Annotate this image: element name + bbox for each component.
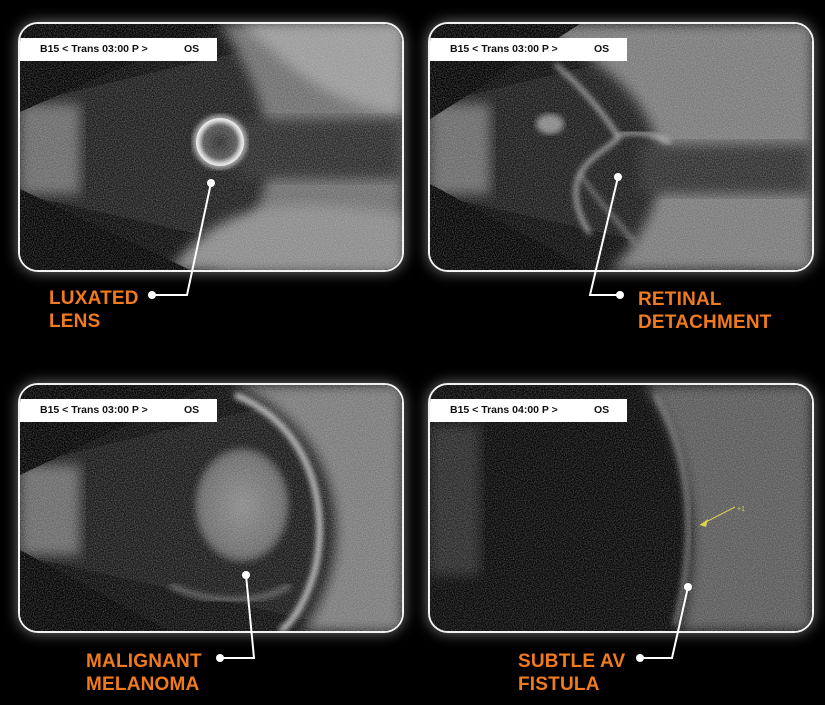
ultrasound-panel-retinal-detachment: B15 < Trans 03:00 P > OS: [428, 22, 814, 272]
callout-dot: [636, 654, 644, 662]
label-line: RETINAL: [638, 289, 722, 310]
ultrasound-panel-malignant-melanoma: B15 < Trans 03:00 P > OS: [18, 383, 404, 633]
callout-dot: [216, 654, 224, 662]
eye-label: OS: [184, 404, 200, 416]
ultrasound-panel-luxated-lens: B15 < Trans 03:00 P > OS: [18, 22, 404, 272]
eye-label: OS: [184, 43, 200, 55]
ultrasound-panel-subtle-av-fistula: +1 B15 < Trans 04:00 P > OS: [428, 383, 814, 633]
callout-dot: [148, 291, 156, 299]
scan-info-bar: B15 < Trans 04:00 P > OS: [430, 399, 627, 422]
eye-label: OS: [594, 404, 610, 416]
probe-setting: B15 < Trans 04:00 P >: [450, 404, 558, 416]
label-line: MALIGNANT: [86, 651, 202, 672]
scan-info-bar: B15 < Trans 03:00 P > OS: [430, 38, 627, 61]
probe-setting: B15 < Trans 03:00 P >: [40, 404, 148, 416]
label-retinal-detachment: RETINAL DETACHMENT: [638, 288, 772, 334]
label-line: LUXATED: [49, 288, 139, 309]
label-line: SUBTLE AV: [518, 651, 626, 672]
probe-setting: B15 < Trans 03:00 P >: [450, 43, 558, 55]
label-line: MELANOMA: [86, 674, 200, 695]
scan-info-bar: B15 < Trans 03:00 P > OS: [20, 38, 217, 61]
label-malignant-melanoma: MALIGNANT MELANOMA: [86, 650, 202, 696]
eye-label: OS: [594, 43, 610, 55]
scan-info-bar: B15 < Trans 03:00 P > OS: [20, 399, 217, 422]
callout-dot: [616, 291, 624, 299]
label-subtle-av-fistula: SUBTLE AV FISTULA: [518, 650, 625, 696]
label-luxated-lens: LUXATED LENS: [49, 287, 139, 333]
label-line: FISTULA: [518, 674, 600, 695]
label-line: LENS: [49, 311, 101, 332]
label-line: DETACHMENT: [638, 312, 772, 333]
probe-setting: B15 < Trans 03:00 P >: [40, 43, 148, 55]
